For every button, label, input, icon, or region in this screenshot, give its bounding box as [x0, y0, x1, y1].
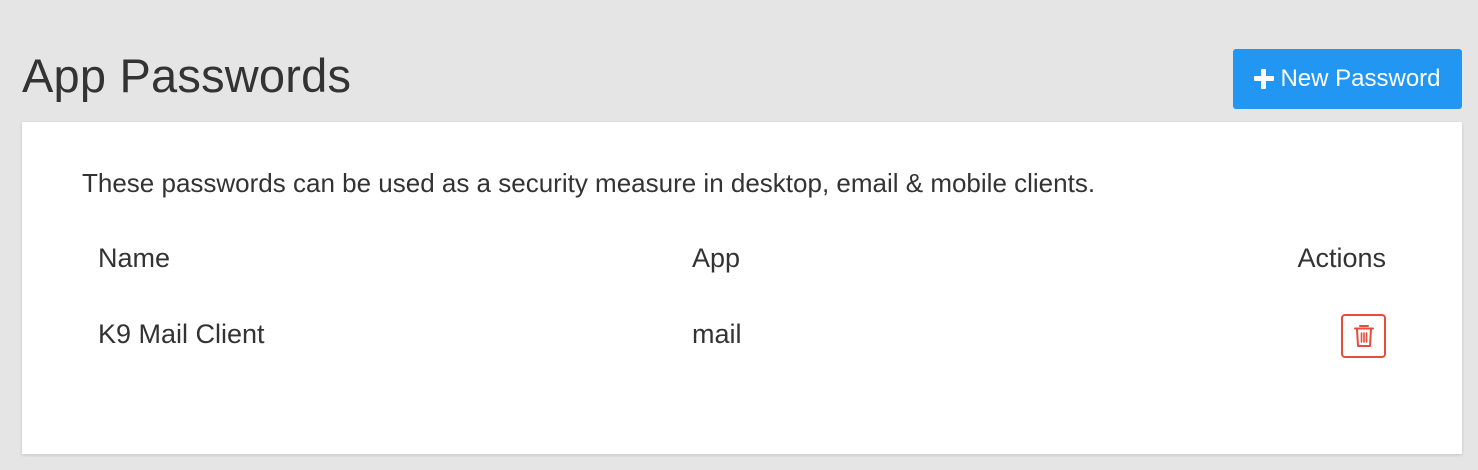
- new-password-button[interactable]: New Password: [1233, 49, 1462, 109]
- row-app-cell: mail: [692, 319, 742, 349]
- page: App Passwords New Password These passwor…: [0, 0, 1478, 470]
- delete-password-button[interactable]: [1341, 314, 1386, 358]
- table-row: K9 Mail Client mail: [98, 314, 1386, 392]
- new-password-label: New Password: [1280, 65, 1441, 92]
- page-header: App Passwords New Password: [22, 48, 1462, 110]
- table-header-row: Name App Actions: [98, 240, 1386, 316]
- row-name-cell: K9 Mail Client: [98, 319, 265, 349]
- column-header-name: Name: [98, 243, 171, 273]
- column-header-app: App: [692, 243, 741, 273]
- plus-icon: [1254, 69, 1275, 89]
- page-title: App Passwords: [22, 49, 352, 102]
- column-header-actions: Actions: [1297, 243, 1386, 273]
- trash-icon: [1353, 325, 1374, 347]
- app-passwords-table: Name App Actions K9 Mail Client mail: [98, 240, 1386, 392]
- app-passwords-card: These passwords can be used as a securit…: [22, 122, 1462, 454]
- description-text: These passwords can be used as a securit…: [82, 168, 1096, 198]
